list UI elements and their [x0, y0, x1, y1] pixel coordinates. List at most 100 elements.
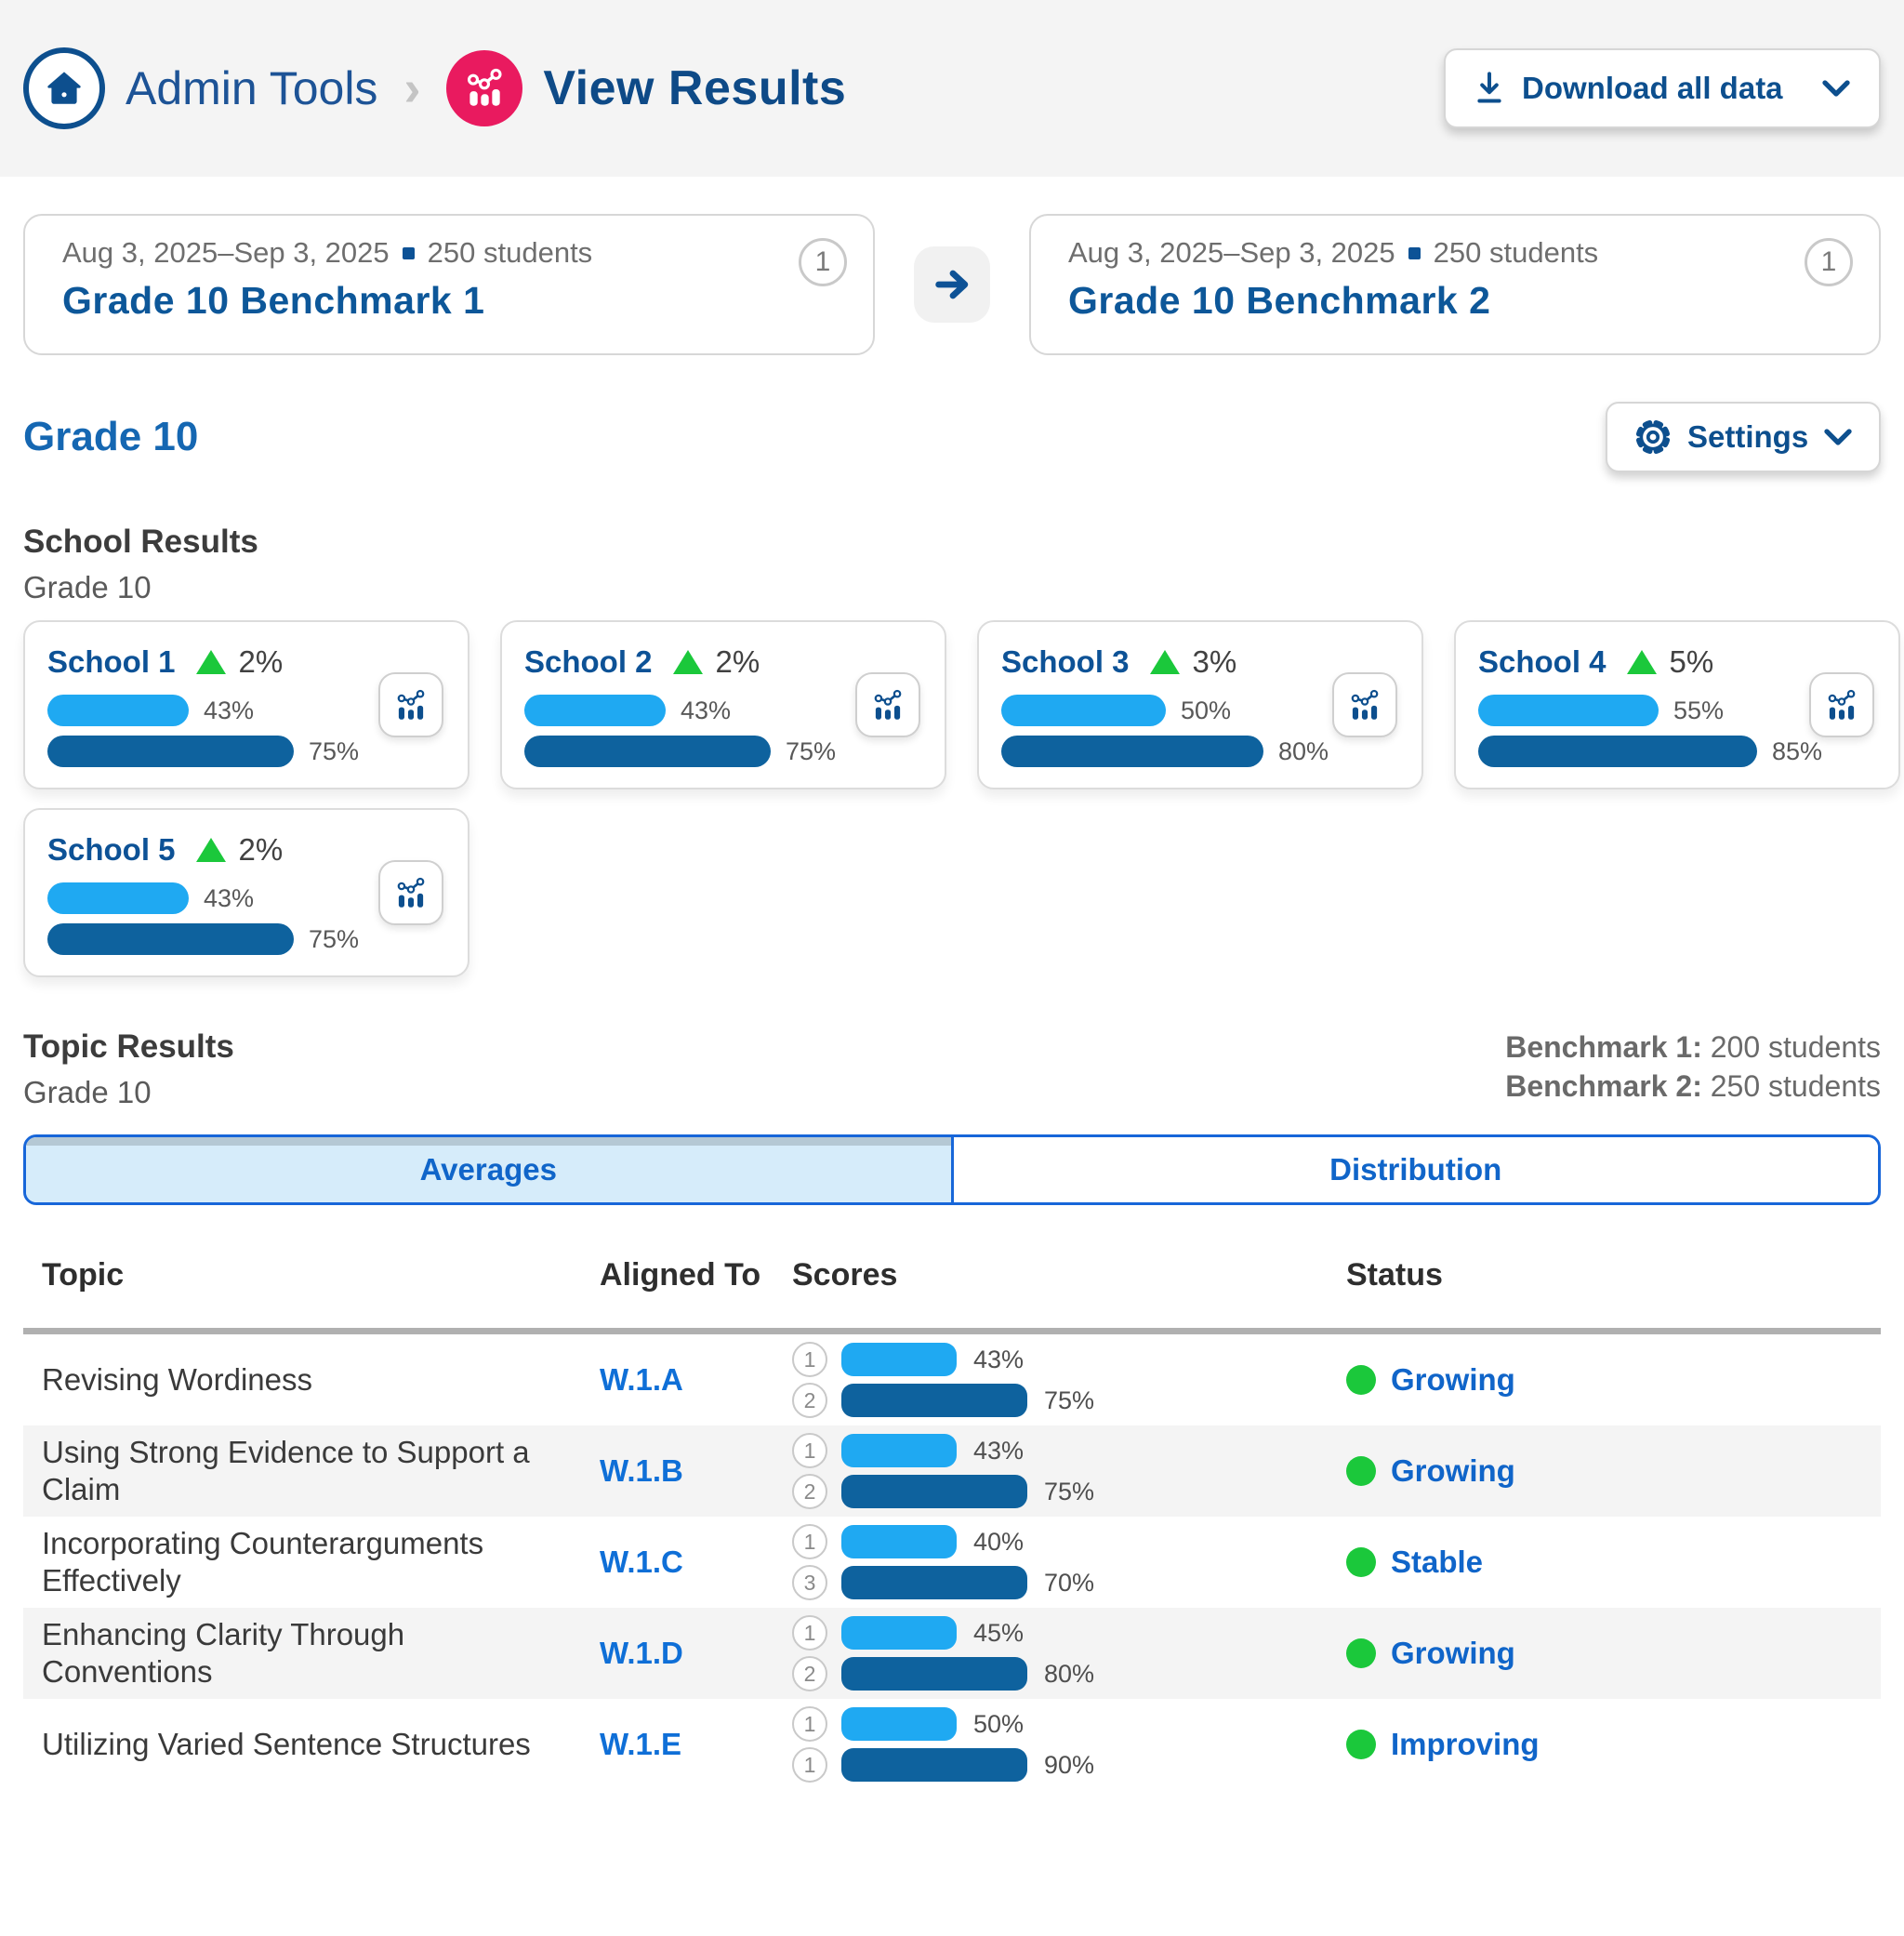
aligned-to-link[interactable]: W.1.B	[600, 1453, 792, 1489]
aligned-to-link[interactable]: W.1.D	[600, 1636, 792, 1671]
home-button[interactable]	[23, 47, 105, 129]
school-results-title: School Results	[23, 524, 1881, 561]
school-name: School 1	[47, 644, 176, 680]
topic-cell: Revising Wordiness	[42, 1361, 600, 1399]
status-label[interactable]: Improving	[1391, 1727, 1540, 1762]
download-all-data-button[interactable]: Download all data	[1444, 48, 1881, 128]
school-change-value: 5%	[1670, 644, 1714, 680]
score-bar	[841, 1384, 1027, 1417]
score-number-badge: 3	[792, 1565, 827, 1600]
tab-distribution[interactable]: Distribution	[951, 1137, 1879, 1202]
status-dot-icon	[1346, 1638, 1376, 1668]
download-button-label: Download all data	[1522, 71, 1783, 106]
settings-button[interactable]: Settings	[1606, 402, 1881, 472]
tab-averages[interactable]: Averages	[26, 1137, 951, 1202]
square-separator	[403, 247, 415, 259]
school-chart-button[interactable]	[1332, 672, 1397, 737]
school-chart-button[interactable]	[1809, 672, 1874, 737]
topic-cell: Using Strong Evidence to Support a Claim	[42, 1434, 600, 1507]
score-bar	[841, 1748, 1027, 1782]
trend-up-icon	[1627, 650, 1657, 674]
benchmark-from-date-range: Aug 3, 2025–Sep 3, 2025	[62, 236, 390, 270]
score-number-badge: 2	[792, 1474, 827, 1509]
score-number-badge: 2	[792, 1383, 827, 1418]
school-results-header: School Results Grade 10	[23, 524, 1881, 605]
school-card: School 4 5% 55% 85%	[1454, 620, 1900, 789]
benchmark2-bar	[47, 923, 294, 955]
status-label[interactable]: Stable	[1391, 1545, 1483, 1580]
benchmark2-score-line: 1 90%	[792, 1747, 1346, 1783]
school-name: School 5	[47, 832, 176, 868]
compare-arrow-button[interactable]	[914, 246, 990, 323]
benchmark-to-title: Grade 10 Benchmark 2	[1068, 279, 1842, 323]
benchmark2-bar-label: 75%	[786, 737, 836, 766]
benchmark1-score-line: 1 50%	[792, 1706, 1346, 1742]
score-bar	[841, 1343, 957, 1376]
header: Admin Tools › View Results	[0, 0, 1904, 177]
score-bar	[841, 1475, 1027, 1508]
status-label[interactable]: Growing	[1391, 1636, 1515, 1671]
status-label[interactable]: Growing	[1391, 1453, 1515, 1489]
topic-cell: Incorporating Counterarguments Effective…	[42, 1525, 600, 1598]
scores-cell: 1 43% 2 75%	[792, 1334, 1346, 1425]
benchmark2-count-value: 250 students	[1711, 1069, 1881, 1103]
benchmark1-score-line: 1 43%	[792, 1433, 1346, 1468]
topic-results-header: Topic Results Grade 10 Benchmark 1: 200 …	[23, 1028, 1881, 1110]
table-row: Incorporating Counterarguments Effective…	[23, 1517, 1881, 1608]
benchmark-comparison: Aug 3, 2025–Sep 3, 2025 250 students Gra…	[23, 214, 1881, 355]
school-results-subtitle: Grade 10	[23, 570, 1881, 605]
benchmark1-count-line: Benchmark 1: 200 students	[1505, 1028, 1881, 1067]
home-icon	[42, 66, 86, 111]
school-chart-button[interactable]	[378, 672, 443, 737]
breadcrumb-chevron-icon: ›	[403, 63, 420, 113]
view-results-page: Admin Tools › View Results	[0, 0, 1904, 1936]
trend-up-icon	[196, 650, 226, 674]
score-value-label: 50%	[973, 1710, 1024, 1739]
scores-cell: 1 43% 2 75%	[792, 1425, 1346, 1517]
topic-results-subtitle: Grade 10	[23, 1075, 234, 1110]
school-chart-button[interactable]	[378, 860, 443, 925]
gear-icon	[1633, 418, 1673, 457]
status-dot-icon	[1346, 1547, 1376, 1577]
status-cell: Growing	[1346, 1636, 1881, 1671]
table-header-divider	[23, 1328, 1881, 1334]
aligned-to-link[interactable]: W.1.C	[600, 1545, 792, 1580]
benchmark2-bar-label: 75%	[309, 737, 359, 766]
scores-cell: 1 45% 2 80%	[792, 1608, 1346, 1699]
bar-line-chart-icon	[391, 873, 430, 912]
benchmark2-bar	[47, 736, 294, 767]
table-row: Revising Wordiness W.1.A 1 43% 2 75% Gro…	[23, 1334, 1881, 1425]
benchmark-student-counts: Benchmark 1: 200 students Benchmark 2: 2…	[1505, 1028, 1881, 1106]
benchmark1-bar	[47, 882, 189, 914]
breadcrumb: Admin Tools › View Results	[23, 47, 846, 129]
score-bar	[841, 1657, 1027, 1691]
benchmark2-bar-label: 80%	[1278, 737, 1329, 766]
trend-up-icon	[1150, 650, 1180, 674]
aligned-to-link[interactable]: W.1.A	[600, 1362, 792, 1398]
topic-cell: Utilizing Varied Sentence Structures	[42, 1726, 600, 1763]
score-value-label: 45%	[973, 1619, 1024, 1648]
benchmark1-score-line: 1 40%	[792, 1524, 1346, 1559]
benchmark2-bar	[1478, 736, 1757, 767]
trend-up-icon	[673, 650, 703, 674]
school-chart-button[interactable]	[855, 672, 920, 737]
benchmark-to-card[interactable]: Aug 3, 2025–Sep 3, 2025 250 students Gra…	[1029, 214, 1881, 355]
benchmark-from-card[interactable]: Aug 3, 2025–Sep 3, 2025 250 students Gra…	[23, 214, 875, 355]
column-header-topic: Topic	[42, 1257, 600, 1293]
status-label[interactable]: Growing	[1391, 1362, 1515, 1398]
grade-header-row: Grade 10 Settings	[23, 402, 1881, 472]
benchmark-to-date-range: Aug 3, 2025–Sep 3, 2025	[1068, 236, 1395, 270]
school-name: School 4	[1478, 644, 1606, 680]
table-row: Using Strong Evidence to Support a Claim…	[23, 1425, 1881, 1517]
aligned-to-link[interactable]: W.1.E	[600, 1727, 792, 1762]
column-header-status: Status	[1346, 1257, 1881, 1293]
settings-button-label: Settings	[1687, 419, 1808, 455]
benchmark2-bar-label: 85%	[1772, 737, 1822, 766]
school-change-value: 2%	[239, 644, 284, 680]
score-bar	[841, 1434, 957, 1467]
view-results-app-icon	[446, 50, 522, 126]
benchmark1-bar-label: 55%	[1673, 696, 1724, 725]
page-title: View Results	[543, 60, 846, 116]
breadcrumb-admin-tools-link[interactable]: Admin Tools	[126, 61, 377, 115]
school-change-value: 2%	[239, 832, 284, 868]
